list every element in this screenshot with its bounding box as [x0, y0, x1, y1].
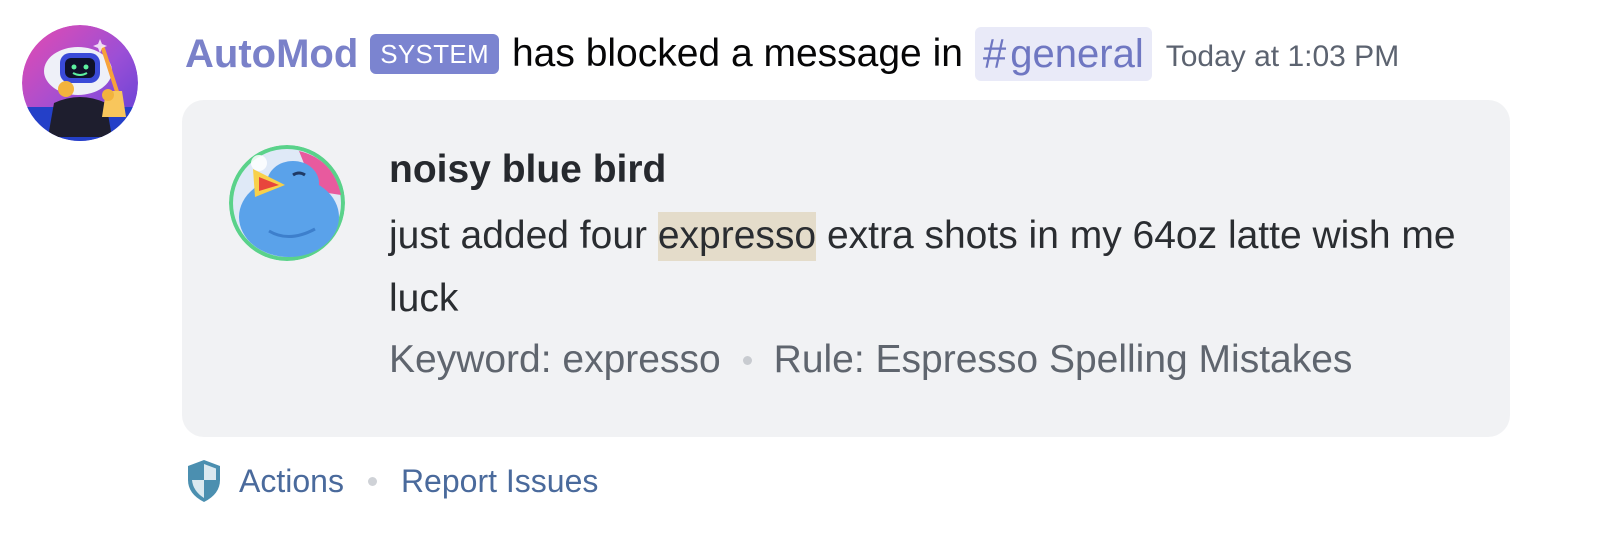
automod-avatar[interactable]: [22, 25, 138, 141]
action-text: has blocked a message in: [511, 32, 963, 75]
report-issues-link[interactable]: Report Issues: [401, 463, 598, 500]
system-badge: SYSTEM: [370, 34, 499, 74]
highlighted-keyword: expresso: [657, 212, 817, 261]
channel-name: general: [1010, 31, 1144, 76]
author-name[interactable]: AutoMod: [185, 32, 358, 77]
automod-message: AutoMod SYSTEM has blocked a message in …: [0, 0, 1600, 550]
blocked-author-name[interactable]: noisy blue bird: [389, 148, 666, 192]
content-before-keyword: just added four: [389, 214, 658, 257]
rule-label: Rule: Espresso Spelling Mistakes: [773, 338, 1353, 381]
automod-robot-icon: [22, 25, 138, 141]
channel-mention[interactable]: # general: [974, 27, 1152, 81]
moderation-meta: Keyword: expresso Rule: Espresso Spellin…: [389, 338, 1352, 382]
channel-hash-icon: #: [982, 30, 1007, 77]
actions-bar: Actions Report Issues: [185, 458, 598, 504]
message-header: AutoMod SYSTEM has blocked a message in …: [185, 26, 1399, 82]
blue-bird-icon: [229, 145, 345, 261]
actions-link[interactable]: Actions: [239, 463, 344, 500]
separator-dot: [742, 355, 752, 365]
shield-icon: [188, 460, 220, 502]
keyword-label: Keyword: expresso: [389, 338, 721, 381]
timestamp[interactable]: Today at 1:03 PM: [1166, 40, 1399, 74]
blocked-message-embed: noisy blue bird just added four expresso…: [182, 100, 1510, 437]
blocked-message-content: just added four expresso extra shots in …: [389, 204, 1479, 330]
blocked-author-avatar[interactable]: [229, 145, 345, 261]
separator-dot: [367, 476, 377, 486]
